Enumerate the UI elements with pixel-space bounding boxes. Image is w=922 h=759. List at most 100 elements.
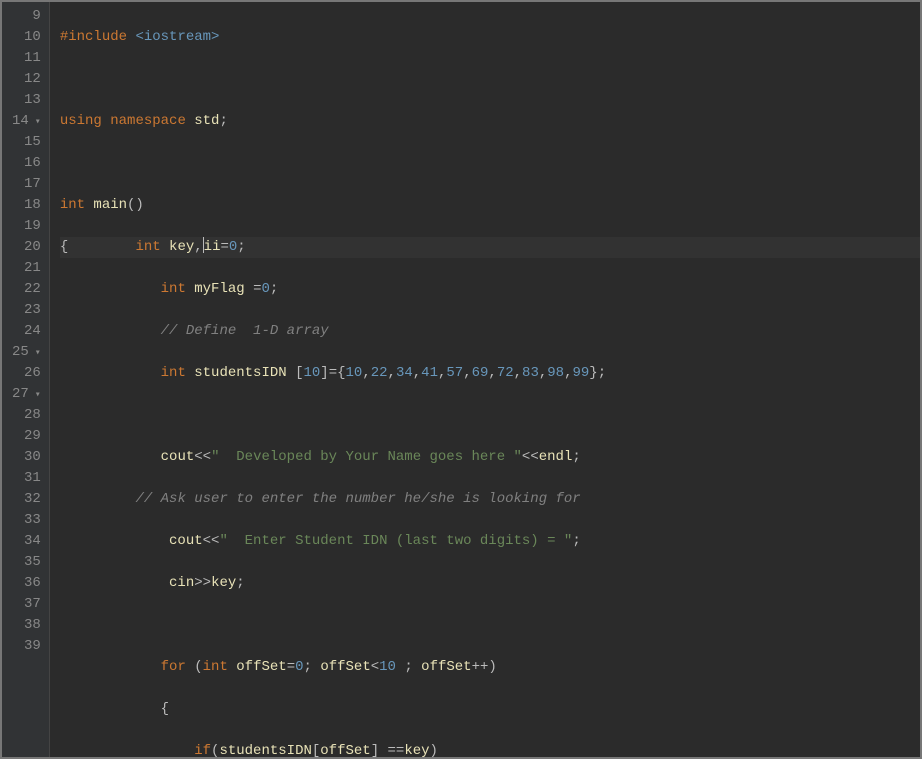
- whitespace: [60, 575, 169, 591]
- type-token: int: [161, 281, 195, 297]
- string-token: " Enter Student IDN (last two digits) = …: [219, 533, 572, 549]
- number-token: 83: [522, 365, 539, 381]
- line-number: 31: [12, 468, 41, 489]
- punct-token: ;: [598, 365, 606, 381]
- number-token: 0: [261, 281, 269, 297]
- line-number: 28: [12, 405, 41, 426]
- whitespace: [68, 239, 135, 255]
- identifier-token: key: [404, 743, 429, 757]
- line-number: 15: [12, 132, 41, 153]
- number-token: 10: [346, 365, 363, 381]
- code-line[interactable]: for (int offSet=0; offSet<10 ; offSet++): [60, 657, 920, 678]
- operator-token: ==: [388, 743, 405, 757]
- operator-token: =: [329, 365, 337, 381]
- identifier-token: offSet: [320, 743, 370, 757]
- code-editor[interactable]: 9 10 11 12 13 14▾ 15 16 17 18 19 20 21 2…: [0, 0, 922, 759]
- code-line[interactable]: cout<<" Developed by Your Name goes here…: [60, 447, 920, 468]
- code-line[interactable]: #include <iostream>: [60, 27, 920, 48]
- type-token: int: [135, 239, 169, 255]
- string-token: " Developed by Your Name goes here ": [211, 449, 522, 465]
- keyword-token: using: [60, 113, 110, 129]
- whitespace: [60, 281, 161, 297]
- code-line[interactable]: // Ask user to enter the number he/she i…: [60, 489, 920, 510]
- line-number: 19: [12, 216, 41, 237]
- number-token: 41: [421, 365, 438, 381]
- identifier-token: cout: [161, 449, 195, 465]
- line-number: 37: [12, 594, 41, 615]
- brace-token: {: [337, 365, 345, 381]
- code-line[interactable]: { int key,ii=0;: [60, 237, 920, 258]
- identifier-token: endl: [539, 449, 573, 465]
- identifier-token: offSet: [236, 659, 286, 675]
- line-number: 9: [12, 6, 41, 27]
- type-token: int: [203, 659, 237, 675]
- whitespace: [60, 365, 161, 381]
- keyword-token: for: [161, 659, 195, 675]
- identifier-token: ii: [204, 239, 221, 255]
- punct-token: (): [127, 197, 144, 213]
- fold-icon[interactable]: ▾: [31, 343, 41, 364]
- punct-token: ;: [270, 281, 278, 297]
- number-token: 99: [572, 365, 589, 381]
- line-number: 35: [12, 552, 41, 573]
- code-line[interactable]: [60, 69, 920, 90]
- identifier-token: std: [194, 113, 219, 129]
- number-token: 34: [396, 365, 413, 381]
- identifier-token: cin: [169, 575, 194, 591]
- line-number: 34: [12, 531, 41, 552]
- comment-token: // Ask user to enter the number he/she i…: [135, 491, 580, 507]
- operator-token: =: [287, 659, 295, 675]
- punct-token: ;: [572, 449, 580, 465]
- number-token: 22: [371, 365, 388, 381]
- code-line[interactable]: if(studentsIDN[offSet] ==key): [60, 741, 920, 757]
- paren-token: ): [488, 659, 496, 675]
- line-number: [12, 657, 41, 678]
- line-number: 38: [12, 615, 41, 636]
- identifier-token: offSet: [421, 659, 471, 675]
- punct-token: ;: [219, 113, 227, 129]
- operator-token: <<: [194, 449, 211, 465]
- punct-token: ;: [237, 239, 245, 255]
- code-line[interactable]: using namespace std;: [60, 111, 920, 132]
- brace-token: {: [161, 701, 169, 717]
- code-line[interactable]: {: [60, 699, 920, 720]
- code-line[interactable]: int myFlag =0;: [60, 279, 920, 300]
- line-number: 25▾: [12, 342, 41, 363]
- line-number: 36: [12, 573, 41, 594]
- operator-token: <<: [203, 533, 220, 549]
- line-number: 18: [12, 195, 41, 216]
- paren-token: ): [430, 743, 438, 757]
- identifier-token: key: [211, 575, 236, 591]
- paren-token: (: [194, 659, 202, 675]
- code-line[interactable]: cout<<" Enter Student IDN (last two digi…: [60, 531, 920, 552]
- line-number: 23: [12, 300, 41, 321]
- punct-token: ,: [194, 239, 202, 255]
- code-line[interactable]: cin>>key;: [60, 573, 920, 594]
- code-line[interactable]: [60, 405, 920, 426]
- type-token: int: [60, 197, 94, 213]
- line-number: 14▾: [12, 111, 41, 132]
- number-token: 98: [547, 365, 564, 381]
- punct-token: ;: [236, 575, 244, 591]
- function-token: main: [93, 197, 127, 213]
- code-line[interactable]: // Define 1-D array: [60, 321, 920, 342]
- code-line[interactable]: [60, 153, 920, 174]
- whitespace: [60, 323, 161, 339]
- number-token: 57: [446, 365, 463, 381]
- line-number: 21: [12, 258, 41, 279]
- bracket-token: ]: [320, 365, 328, 381]
- include-token: <iostream>: [135, 29, 219, 45]
- whitespace: [60, 701, 161, 717]
- line-number: 20: [12, 237, 41, 258]
- number-token: 69: [472, 365, 489, 381]
- code-line[interactable]: int main(): [60, 195, 920, 216]
- code-line[interactable]: int studentsIDN [10]={10,22,34,41,57,69,…: [60, 363, 920, 384]
- operator-token: =: [220, 239, 228, 255]
- code-area[interactable]: #include <iostream> using namespace std;…: [50, 2, 920, 757]
- code-line[interactable]: [60, 615, 920, 636]
- fold-icon[interactable]: ▾: [31, 385, 41, 406]
- line-number: 17: [12, 174, 41, 195]
- fold-icon[interactable]: ▾: [31, 112, 41, 133]
- line-number: 27▾: [12, 384, 41, 405]
- operator-token: <: [371, 659, 379, 675]
